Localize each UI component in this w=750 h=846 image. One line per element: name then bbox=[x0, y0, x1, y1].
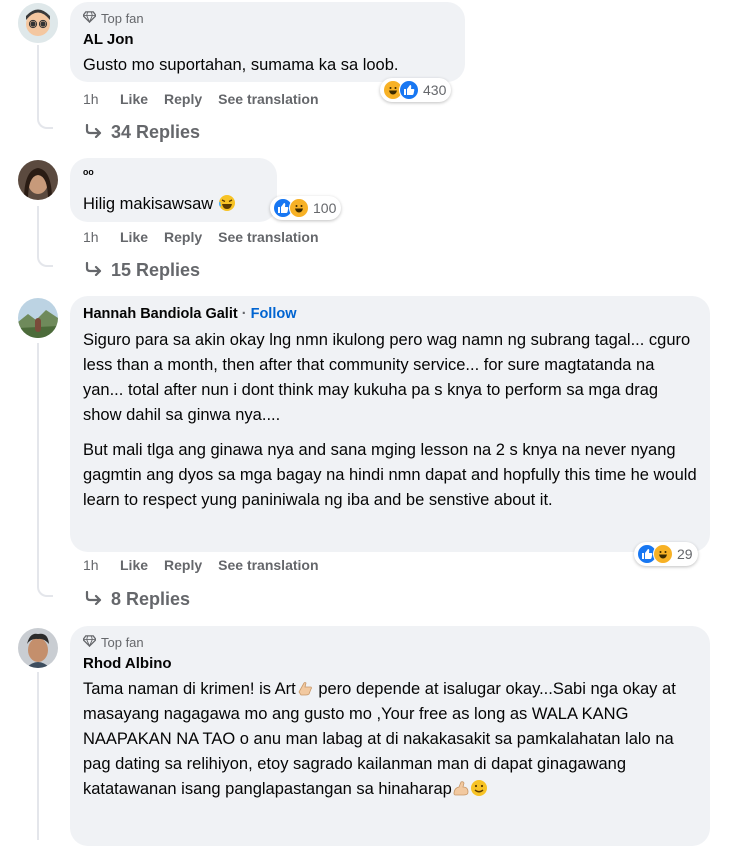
reply-arrow-icon bbox=[85, 122, 103, 143]
comment-bubble: Top fan Rhod Albino Tama naman di krimen… bbox=[70, 626, 710, 846]
see-translation-link[interactable]: See translation bbox=[218, 91, 318, 107]
thread-curve bbox=[37, 581, 53, 597]
like-button[interactable]: Like bbox=[120, 229, 148, 245]
reaction-count: 430 bbox=[423, 82, 447, 98]
comment-bubble: ᵒᵒ Hilig makisawsaw bbox=[70, 158, 277, 222]
thread-curve bbox=[37, 251, 53, 267]
reaction-summary[interactable]: 430 bbox=[380, 78, 452, 102]
follow-button[interactable]: Follow bbox=[251, 306, 297, 322]
thread-line bbox=[37, 45, 39, 113]
comment-paragraph: Siguro para sa akin okay lng nmn ikulong… bbox=[83, 331, 691, 424]
haha-reaction-icon bbox=[653, 544, 673, 564]
haha-reaction-icon bbox=[289, 198, 309, 218]
comment-time[interactable]: 1h bbox=[83, 91, 120, 107]
replies-count: 8 Replies bbox=[111, 589, 191, 609]
comment-bubble: Top fan AL Jon Gusto mo suportahan, suma… bbox=[70, 2, 465, 82]
comment-time[interactable]: 1h bbox=[83, 557, 120, 573]
reaction-count: 29 bbox=[677, 546, 693, 562]
view-replies-button[interactable]: 15 Replies bbox=[85, 260, 200, 281]
comment-text: Tama naman di krimen! is Art pero depend… bbox=[83, 677, 697, 802]
comment-bubble: Hannah Bandiola Galit · Follow Siguro pa… bbox=[70, 296, 710, 552]
avatar[interactable] bbox=[18, 628, 58, 668]
commenter-name[interactable]: Rhod Albino bbox=[83, 654, 697, 674]
reaction-summary[interactable]: 29 bbox=[634, 542, 698, 566]
comment-text: Siguro para sa akin okay lng nmn ikulong… bbox=[83, 328, 697, 513]
comment-time[interactable]: 1h bbox=[83, 229, 120, 245]
muscle-emoji-icon bbox=[452, 779, 470, 797]
hand-emoji-icon bbox=[296, 679, 314, 697]
replies-count: 34 Replies bbox=[111, 122, 201, 142]
comment-text-part: Tama naman di krimen! is Art bbox=[83, 680, 296, 698]
comment-paragraph: But mali tlga ang ginawa nya and sana mg… bbox=[83, 441, 697, 509]
reply-arrow-icon bbox=[85, 260, 103, 281]
laughing-emoji-icon bbox=[218, 194, 236, 212]
top-fan-badge: Top fan bbox=[82, 634, 697, 650]
avatar[interactable] bbox=[18, 160, 58, 200]
comment-actions: 1h Like Reply See translation bbox=[83, 91, 335, 107]
reply-button[interactable]: Reply bbox=[164, 557, 202, 573]
commenter-name[interactable]: ᵒᵒ bbox=[83, 166, 264, 182]
commenter-name[interactable]: Hannah Bandiola Galit bbox=[83, 306, 238, 322]
diamond-icon bbox=[82, 10, 97, 26]
like-button[interactable]: Like bbox=[120, 91, 148, 107]
like-button[interactable]: Like bbox=[120, 557, 148, 573]
thread-line bbox=[37, 206, 39, 251]
replies-count: 15 Replies bbox=[111, 260, 201, 280]
commenter-name[interactable]: AL Jon bbox=[83, 30, 452, 50]
diamond-icon bbox=[82, 634, 97, 650]
comment-actions: 1h Like Reply See translation bbox=[83, 557, 335, 573]
like-reaction-icon bbox=[399, 80, 419, 100]
avatar[interactable] bbox=[18, 298, 58, 338]
avatar[interactable] bbox=[18, 3, 58, 43]
comment-actions: 1h Like Reply See translation bbox=[83, 229, 335, 245]
see-translation-link[interactable]: See translation bbox=[218, 557, 318, 573]
reply-button[interactable]: Reply bbox=[164, 229, 202, 245]
thread-curve bbox=[37, 113, 53, 129]
badge-label: Top fan bbox=[101, 10, 144, 26]
see-translation-link[interactable]: See translation bbox=[218, 229, 318, 245]
reply-arrow-icon bbox=[85, 589, 103, 610]
thread-line bbox=[37, 672, 39, 840]
reply-button[interactable]: Reply bbox=[164, 91, 202, 107]
comment-text: Gusto mo suportahan, sumama ka sa loob. bbox=[83, 56, 399, 74]
comment-text-content: Hilig makisawsaw bbox=[83, 195, 214, 213]
badge-label: Top fan bbox=[101, 634, 144, 650]
separator-dot: · bbox=[241, 306, 247, 322]
thread-line bbox=[37, 343, 39, 581]
reaction-summary[interactable]: 100 bbox=[270, 196, 342, 220]
top-fan-badge: Top fan bbox=[82, 10, 452, 26]
reaction-count: 100 bbox=[313, 200, 337, 216]
comment-text: Hilig makisawsaw bbox=[83, 192, 264, 217]
view-replies-button[interactable]: 34 Replies bbox=[85, 122, 200, 143]
view-replies-button[interactable]: 8 Replies bbox=[85, 589, 190, 610]
commenter-name-row: Hannah Bandiola Galit · Follow bbox=[83, 304, 697, 324]
smile-emoji-icon bbox=[470, 779, 488, 797]
